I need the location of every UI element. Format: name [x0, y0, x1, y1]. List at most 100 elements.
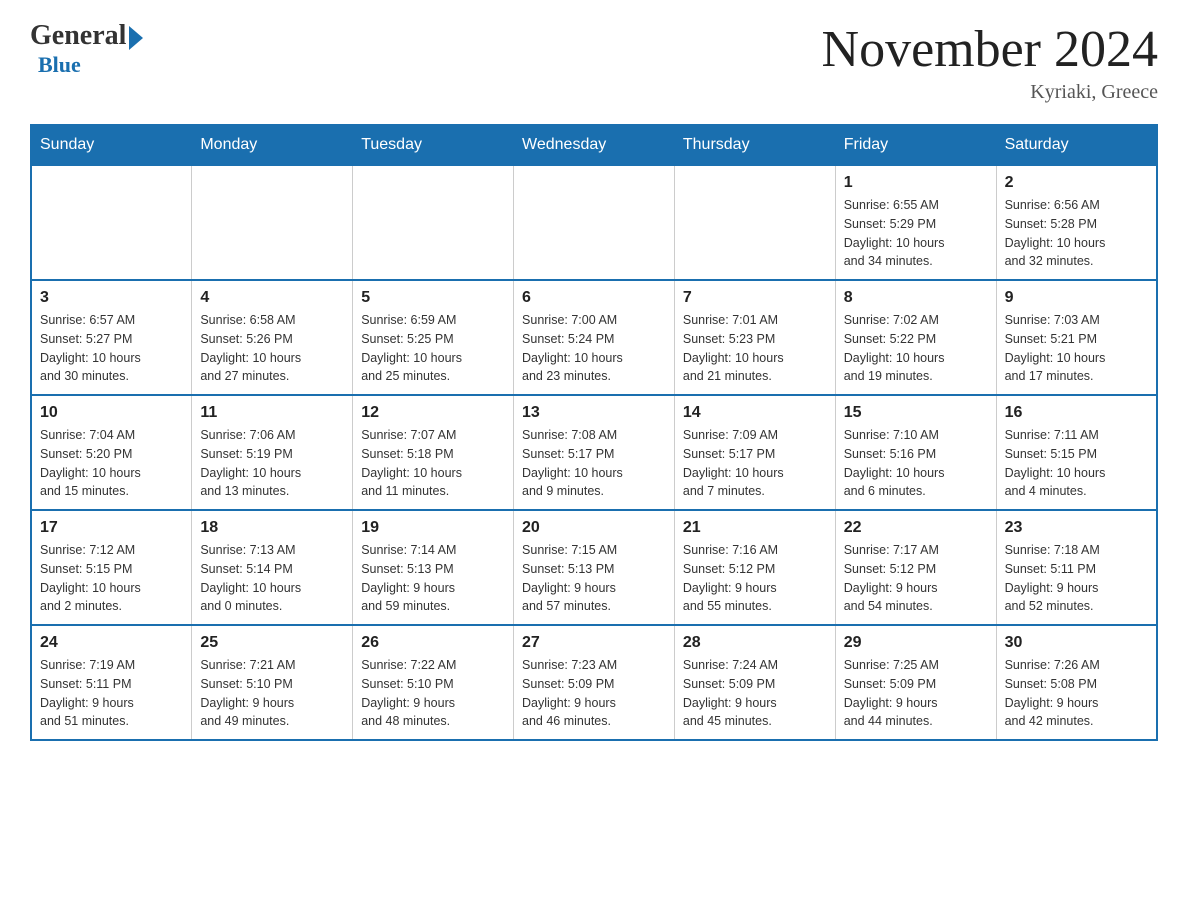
day-info: Sunrise: 7:11 AMSunset: 5:15 PMDaylight:… [1005, 426, 1148, 501]
day-number: 29 [844, 634, 988, 652]
day-number: 27 [522, 634, 666, 652]
calendar-cell: 5 Sunrise: 6:59 AMSunset: 5:25 PMDaylight… [353, 280, 514, 395]
day-info: Sunrise: 7:24 AMSunset: 5:09 PMDaylight:… [683, 656, 827, 731]
day-header-saturday: Saturday [996, 125, 1157, 165]
calendar-cell: 19 Sunrise: 7:14 AMSunset: 5:13 PMDayligh… [353, 510, 514, 625]
day-info: Sunrise: 7:13 AMSunset: 5:14 PMDaylight:… [200, 541, 344, 616]
calendar-cell: 27Sunrise: 7:23 AMSunset: 5:09 PMDayligh… [514, 625, 675, 740]
week-row-2: 3 Sunrise: 6:57 AMSunset: 5:27 PMDaylight… [31, 280, 1157, 395]
day-number: 1 [844, 174, 988, 192]
day-number: 19 [361, 519, 505, 537]
day-info: Sunrise: 7:03 AMSunset: 5:21 PMDaylight:… [1005, 311, 1148, 386]
day-number: 15 [844, 404, 988, 422]
calendar-cell [674, 165, 835, 280]
day-info: Sunrise: 7:15 AMSunset: 5:13 PMDaylight:… [522, 541, 666, 616]
day-info: Sunrise: 7:14 AMSunset: 5:13 PMDaylight:… [361, 541, 505, 616]
day-number: 10 [40, 404, 183, 422]
week-row-1: 1Sunrise: 6:55 AMSunset: 5:29 PMDaylight… [31, 165, 1157, 280]
day-number: 17 [40, 519, 183, 537]
day-number: 23 [1005, 519, 1148, 537]
day-number: 4 [200, 289, 344, 307]
calendar-cell: 6 Sunrise: 7:00 AMSunset: 5:24 PMDaylight… [514, 280, 675, 395]
calendar-cell: 21 Sunrise: 7:16 AMSunset: 5:12 PMDayligh… [674, 510, 835, 625]
day-number: 12 [361, 404, 505, 422]
day-number: 16 [1005, 404, 1148, 422]
calendar-cell: 1Sunrise: 6:55 AMSunset: 5:29 PMDaylight… [835, 165, 996, 280]
calendar-cell: 17 Sunrise: 7:12 AMSunset: 5:15 PMDayligh… [31, 510, 192, 625]
day-number: 24 [40, 634, 183, 652]
calendar-cell: 13 Sunrise: 7:08 AMSunset: 5:17 PMDayligh… [514, 395, 675, 510]
calendar-cell: 25 Sunrise: 7:21 AMSunset: 5:10 PMDayligh… [192, 625, 353, 740]
day-info: Sunrise: 7:16 AMSunset: 5:12 PMDaylight:… [683, 541, 827, 616]
calendar-cell: 16 Sunrise: 7:11 AMSunset: 5:15 PMDayligh… [996, 395, 1157, 510]
day-info: Sunrise: 7:19 AMSunset: 5:11 PMDaylight:… [40, 656, 183, 731]
day-info: Sunrise: 7:10 AMSunset: 5:16 PMDaylight:… [844, 426, 988, 501]
day-number: 6 [522, 289, 666, 307]
calendar-cell: 7 Sunrise: 7:01 AMSunset: 5:23 PMDaylight… [674, 280, 835, 395]
day-info: Sunrise: 7:22 AMSunset: 5:10 PMDaylight:… [361, 656, 505, 731]
logo: General Blue [30, 20, 143, 78]
day-number: 13 [522, 404, 666, 422]
calendar-cell: 18 Sunrise: 7:13 AMSunset: 5:14 PMDayligh… [192, 510, 353, 625]
calendar-cell: 20 Sunrise: 7:15 AMSunset: 5:13 PMDayligh… [514, 510, 675, 625]
calendar-cell: 12Sunrise: 7:07 AMSunset: 5:18 PMDayligh… [353, 395, 514, 510]
day-number: 7 [683, 289, 827, 307]
calendar-cell: 23 Sunrise: 7:18 AMSunset: 5:11 PMDayligh… [996, 510, 1157, 625]
calendar-cell: 3 Sunrise: 6:57 AMSunset: 5:27 PMDaylight… [31, 280, 192, 395]
day-info: Sunrise: 7:06 AMSunset: 5:19 PMDaylight:… [200, 426, 344, 501]
day-number: 26 [361, 634, 505, 652]
day-number: 28 [683, 634, 827, 652]
day-info: Sunrise: 7:18 AMSunset: 5:11 PMDaylight:… [1005, 541, 1148, 616]
calendar-cell: 10 Sunrise: 7:04 AMSunset: 5:20 PMDayligh… [31, 395, 192, 510]
calendar-cell: 29 Sunrise: 7:25 AMSunset: 5:09 PMDayligh… [835, 625, 996, 740]
day-info: Sunrise: 7:01 AMSunset: 5:23 PMDaylight:… [683, 311, 827, 386]
calendar-cell: 4 Sunrise: 6:58 AMSunset: 5:26 PMDaylight… [192, 280, 353, 395]
week-row-4: 17 Sunrise: 7:12 AMSunset: 5:15 PMDayligh… [31, 510, 1157, 625]
day-number: 11 [200, 404, 344, 422]
day-number: 5 [361, 289, 505, 307]
week-row-3: 10 Sunrise: 7:04 AMSunset: 5:20 PMDayligh… [31, 395, 1157, 510]
calendar-cell: 15 Sunrise: 7:10 AMSunset: 5:16 PMDayligh… [835, 395, 996, 510]
day-info: Sunrise: 6:58 AMSunset: 5:26 PMDaylight:… [200, 311, 344, 386]
day-number: 2 [1005, 174, 1148, 192]
day-info: Sunrise: 6:57 AMSunset: 5:27 PMDaylight:… [40, 311, 183, 386]
day-info: Sunrise: 7:21 AMSunset: 5:10 PMDaylight:… [200, 656, 344, 731]
calendar-cell: 2 Sunrise: 6:56 AMSunset: 5:28 PMDaylight… [996, 165, 1157, 280]
day-number: 20 [522, 519, 666, 537]
week-row-5: 24 Sunrise: 7:19 AMSunset: 5:11 PMDayligh… [31, 625, 1157, 740]
day-info: Sunrise: 6:56 AMSunset: 5:28 PMDaylight:… [1005, 196, 1148, 271]
day-number: 25 [200, 634, 344, 652]
day-number: 21 [683, 519, 827, 537]
day-number: 22 [844, 519, 988, 537]
logo-blue-text: Blue [38, 52, 81, 78]
calendar-cell: 9 Sunrise: 7:03 AMSunset: 5:21 PMDaylight… [996, 280, 1157, 395]
day-header-tuesday: Tuesday [353, 125, 514, 165]
calendar-cell: 22Sunrise: 7:17 AMSunset: 5:12 PMDayligh… [835, 510, 996, 625]
day-info: Sunrise: 7:12 AMSunset: 5:15 PMDaylight:… [40, 541, 183, 616]
calendar-cell: 8Sunrise: 7:02 AMSunset: 5:22 PMDaylight… [835, 280, 996, 395]
day-header-friday: Friday [835, 125, 996, 165]
day-header-sunday: Sunday [31, 125, 192, 165]
day-number: 18 [200, 519, 344, 537]
day-number: 30 [1005, 634, 1148, 652]
month-year-title: November 2024 [822, 20, 1158, 79]
day-header-wednesday: Wednesday [514, 125, 675, 165]
calendar-cell [192, 165, 353, 280]
day-number: 3 [40, 289, 183, 307]
calendar-cell: 30Sunrise: 7:26 AMSunset: 5:08 PMDayligh… [996, 625, 1157, 740]
day-number: 9 [1005, 289, 1148, 307]
calendar-cell: 26 Sunrise: 7:22 AMSunset: 5:10 PMDayligh… [353, 625, 514, 740]
calendar-cell: 14Sunrise: 7:09 AMSunset: 5:17 PMDayligh… [674, 395, 835, 510]
day-info: Sunrise: 7:04 AMSunset: 5:20 PMDaylight:… [40, 426, 183, 501]
calendar-cell: 24 Sunrise: 7:19 AMSunset: 5:11 PMDayligh… [31, 625, 192, 740]
calendar-table: SundayMondayTuesdayWednesdayThursdayFrid… [30, 124, 1158, 741]
calendar-cell: 11 Sunrise: 7:06 AMSunset: 5:19 PMDayligh… [192, 395, 353, 510]
day-info: Sunrise: 7:08 AMSunset: 5:17 PMDaylight:… [522, 426, 666, 501]
day-header-monday: Monday [192, 125, 353, 165]
day-info: Sunrise: 7:02 AMSunset: 5:22 PMDaylight:… [844, 311, 988, 386]
calendar-cell [514, 165, 675, 280]
day-info: Sunrise: 6:59 AMSunset: 5:25 PMDaylight:… [361, 311, 505, 386]
day-info: Sunrise: 7:09 AMSunset: 5:17 PMDaylight:… [683, 426, 827, 501]
day-info: Sunrise: 7:25 AMSunset: 5:09 PMDaylight:… [844, 656, 988, 731]
day-info: Sunrise: 7:00 AMSunset: 5:24 PMDaylight:… [522, 311, 666, 386]
